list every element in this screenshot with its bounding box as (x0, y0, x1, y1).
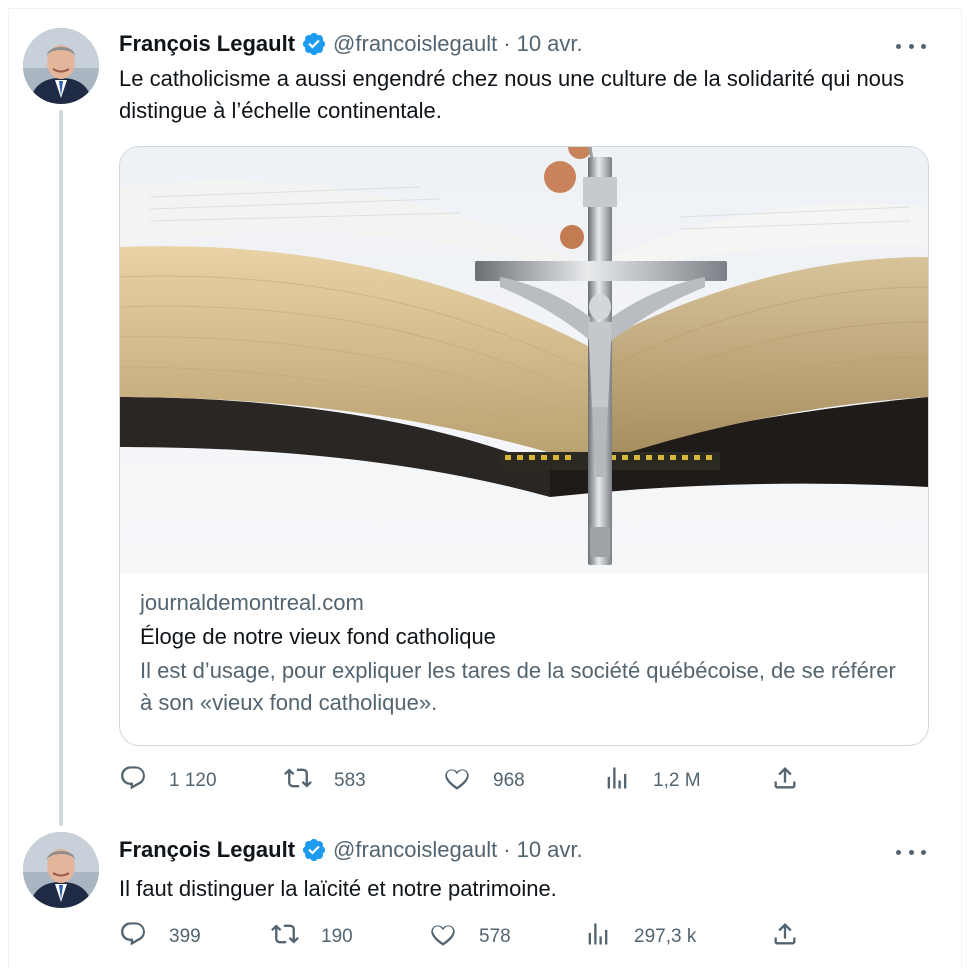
tweet-actions-bar: 1 120 583 968 1,2 M (119, 766, 809, 796)
avatar[interactable] (23, 28, 99, 104)
like-button[interactable]: 968 (443, 766, 525, 796)
card-domain: journaldemontreal.com (140, 590, 364, 615)
avatar[interactable] (23, 832, 99, 908)
card-image-crucifix-on-bible[interactable] (120, 147, 928, 573)
author-handle[interactable]: @francoislegault (333, 31, 497, 57)
tweet-header: François Legault @francoislegault · 10 a… (119, 837, 583, 863)
share-icon (771, 920, 799, 954)
tweet[interactable]: François Legault @francoislegault · 10 a… (0, 0, 970, 826)
views-button[interactable]: 1,2 M (603, 766, 701, 796)
like-button[interactable]: 578 (429, 922, 511, 952)
card-text-block[interactable]: journaldemontreal.com Éloge de notre vie… (140, 587, 910, 719)
retweet-icon (284, 764, 312, 798)
like-count: 578 (479, 926, 511, 947)
heart-icon (443, 764, 471, 798)
thread-connector-line (59, 110, 63, 826)
views-button[interactable]: 297,3 k (584, 922, 696, 952)
share-button[interactable] (771, 922, 799, 952)
author-name[interactable]: François Legault (119, 31, 295, 57)
view-count: 1,2 M (653, 770, 701, 791)
tweet-date[interactable]: 10 avr. (517, 31, 583, 57)
tweet-actions-bar: 399 190 578 297,3 k (119, 922, 809, 952)
reply-count: 1 120 (169, 770, 217, 791)
separator-dot: · (503, 837, 511, 862)
tweet-text: Il faut distinguer la laïcité et notre p… (119, 876, 557, 901)
author-handle[interactable]: @francoislegault (333, 837, 497, 863)
retweet-count: 190 (321, 926, 353, 947)
views-chart-icon (603, 764, 631, 798)
link-card[interactable]: journaldemontreal.com Éloge de notre vie… (119, 146, 929, 746)
card-description: Il est d’usage, pour expliquer les tares… (140, 658, 896, 715)
tweet-date[interactable]: 10 avr. (517, 837, 583, 863)
views-chart-icon (584, 920, 612, 954)
share-button[interactable] (771, 766, 799, 796)
reply-icon (119, 920, 147, 954)
retweet-button[interactable]: 583 (284, 766, 366, 796)
verified-badge-icon (301, 31, 327, 57)
verified-badge-icon (301, 837, 327, 863)
view-count: 297,3 k (634, 926, 697, 947)
reply-button[interactable]: 399 (119, 922, 201, 952)
more-horizontal-icon[interactable] (896, 842, 926, 862)
retweet-icon (271, 920, 299, 954)
retweet-count: 583 (334, 770, 366, 791)
retweet-button[interactable]: 190 (271, 922, 353, 952)
separator-dot: · (503, 31, 511, 56)
reply-button[interactable]: 1 120 (119, 766, 217, 796)
reply-icon (119, 764, 147, 798)
more-horizontal-icon[interactable] (896, 36, 926, 56)
tweet[interactable]: François Legault @francoislegault · 10 a… (0, 820, 970, 978)
like-count: 968 (493, 770, 525, 791)
tweet-text: Le catholicisme a aussi engendré chez no… (119, 66, 905, 123)
author-name[interactable]: François Legault (119, 837, 295, 863)
reply-count: 399 (169, 926, 201, 947)
card-title: Éloge de notre vieux fond catholique (140, 624, 496, 649)
heart-icon (429, 920, 457, 954)
tweet-header: François Legault @francoislegault · 10 a… (119, 31, 583, 57)
share-icon (771, 764, 799, 798)
